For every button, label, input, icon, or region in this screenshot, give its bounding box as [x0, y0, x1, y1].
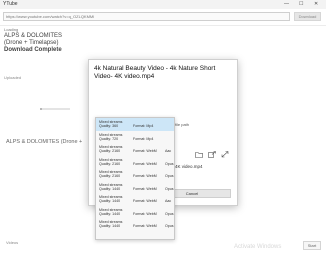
option-codec: Opus	[165, 211, 174, 216]
option-quality: Quality: 720	[99, 136, 119, 141]
option-quality: Quality: 360	[99, 124, 119, 129]
uploaded-label: Uploaded	[4, 75, 22, 80]
option-codec: Opus	[165, 161, 174, 166]
option-quality: Quality: 1440	[99, 199, 121, 204]
file-path-label: file path	[175, 122, 190, 127]
open-icon[interactable]	[208, 151, 216, 160]
option-quality: Quality: 2160	[99, 161, 121, 166]
video-title-line1: ALPS & DOLOMITES	[4, 33, 63, 39]
file-name: 4K video.mp4	[175, 164, 203, 169]
option-quality: Quality: 1440	[99, 224, 121, 229]
option-format: Format: WebM	[133, 186, 157, 191]
format-dropdown-list[interactable]: Mixed streams Quality: 360 Format: Mp4 Mi…	[95, 117, 175, 240]
format-option[interactable]: Mixed streams Quality: 720 Format: Mp4	[96, 131, 174, 144]
left-panel-title: ALPS & DOLOMITES (Drone +	[6, 139, 83, 145]
url-input[interactable]: https://www.youtube.com/watch?v=q_OZLQKM…	[3, 12, 290, 21]
option-codec: Aac	[165, 199, 172, 204]
format-option[interactable]: Mixed streams Quality: 1440 Format: WebM …	[96, 181, 174, 194]
option-quality: Quality: 2160	[99, 149, 121, 154]
option-format: Format: WebM	[133, 211, 157, 216]
dialog-title: 4k Natural Beauty Video - 4k Nature Shor…	[94, 65, 216, 80]
maximize-button[interactable]: ☐	[299, 1, 303, 7]
option-quality: Quality: 1440	[99, 211, 121, 216]
folder-icon[interactable]	[195, 151, 203, 160]
format-option[interactable]: Mixed streams Quality: 1440 Format: WebM …	[96, 218, 174, 231]
option-format: Format: Mp4	[133, 124, 154, 129]
expand-icon[interactable]	[221, 151, 229, 160]
option-format: Format: WebM	[133, 174, 157, 179]
toolbar: https://www.youtube.com/watch?v=q_OZLQKM…	[0, 9, 326, 26]
progress-fill	[40, 108, 43, 110]
minimize-button[interactable]: —	[284, 1, 289, 7]
close-button[interactable]: ✕	[314, 1, 318, 7]
video-title-line2: (Drone + Timelapse)	[4, 40, 59, 46]
option-quality: Quality: 1440	[99, 186, 121, 191]
format-option[interactable]: Mixed streams Quality: 360 Format: Mp4	[96, 118, 174, 131]
app-title: YTube	[3, 1, 18, 7]
title-bar: YTube — ☐ ✕	[0, 0, 326, 9]
format-option[interactable]: Mixed streams Quality: 2160 Format: WebM …	[96, 156, 174, 169]
option-format: Format: WebM	[133, 199, 157, 204]
option-codec: Opus	[165, 224, 174, 229]
start-button[interactable]: Start	[303, 241, 321, 250]
option-format: Format: WebM	[133, 161, 157, 166]
download-button[interactable]: Download	[294, 12, 321, 21]
option-codec: Aac	[165, 149, 172, 154]
download-status: Download Complete	[4, 47, 62, 53]
format-option[interactable]: Mixed streams Quality: 1440 Format: WebM …	[96, 206, 174, 219]
option-codec: Opus	[165, 174, 174, 179]
option-format: Format: WebM	[133, 224, 157, 229]
option-format: Format: Mp4	[133, 136, 154, 141]
status-label: Loading	[4, 27, 19, 32]
activation-watermark: Activate Windows	[234, 244, 282, 250]
format-option[interactable]: Mixed streams Quality: 2160 Format: WebM …	[96, 168, 174, 181]
progress-bar	[40, 108, 70, 110]
option-quality: Quality: 2160	[99, 174, 121, 179]
footer-label: Videos	[6, 240, 19, 245]
video-title: ALPS & DOLOMITES (Drone + Timelapse)	[4, 33, 62, 47]
option-codec: Opus	[165, 186, 174, 191]
format-option[interactable]: Mixed streams Quality: 1440 Format: WebM …	[96, 193, 174, 206]
format-option[interactable]: Mixed streams Quality: 2160 Format: WebM …	[96, 143, 174, 156]
option-format: Format: WebM	[133, 149, 157, 154]
